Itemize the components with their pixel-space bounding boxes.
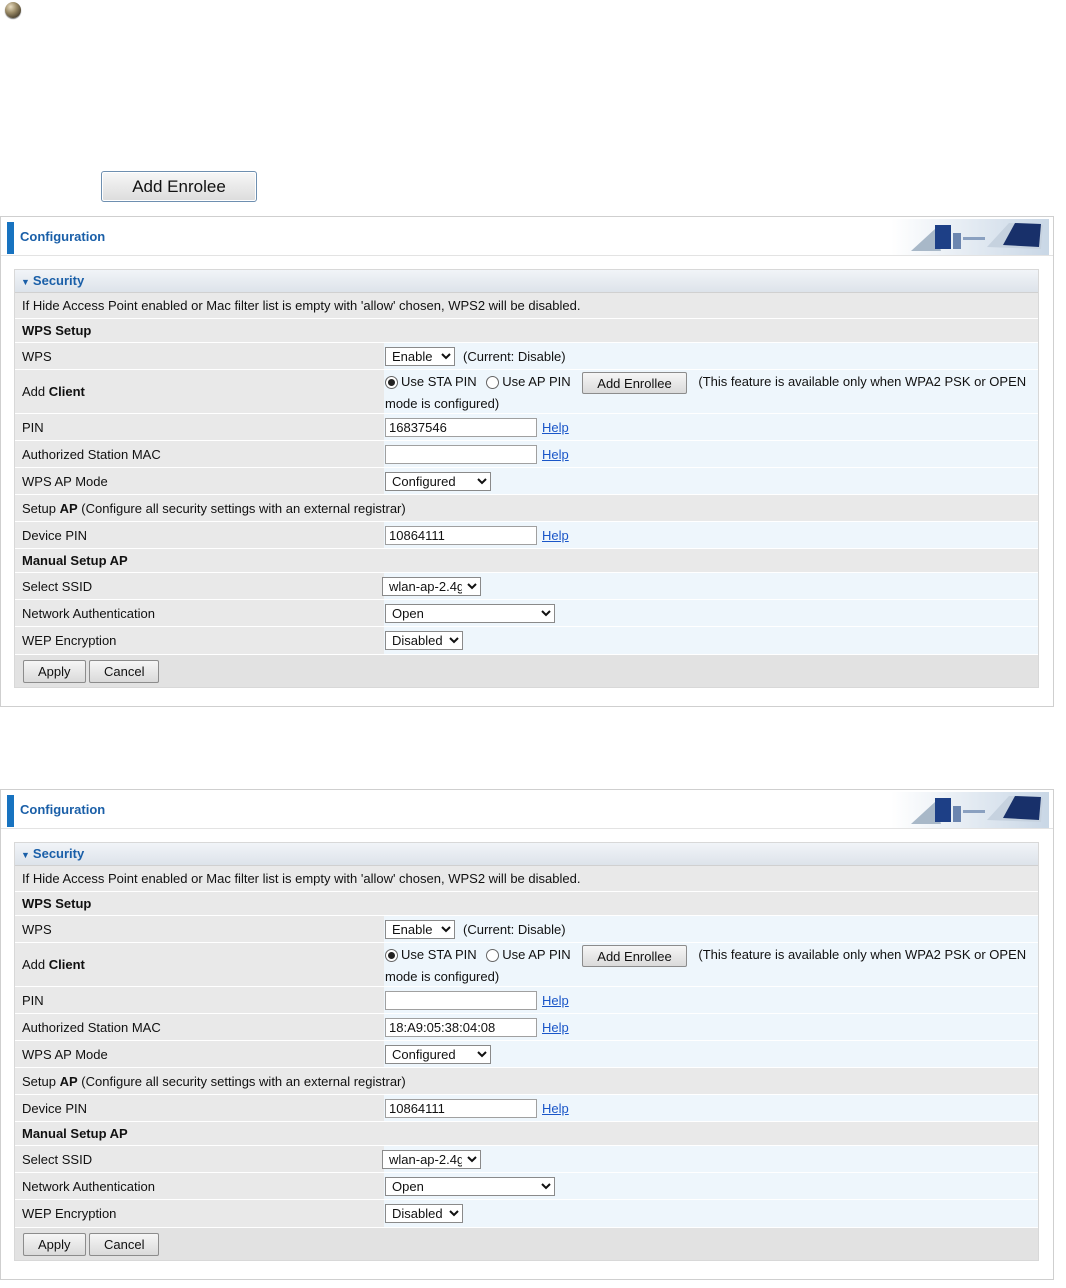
wps-row: WPS Enable (Current: Disable) <box>15 916 1038 943</box>
wps-current-status: (Current: Disable) <box>463 921 566 937</box>
client-note-continued: mode is configured) <box>385 969 500 984</box>
network-auth-row: Network Authentication Open <box>15 600 1038 627</box>
use-sta-pin-radio[interactable]: Use STA PIN <box>385 374 477 389</box>
computer-banner-icon <box>891 219 1049 255</box>
form-actions: Apply Cancel <box>15 1228 1038 1260</box>
panel-header: Configuration <box>1 217 1053 256</box>
manual-setup-heading: Manual Setup AP <box>15 549 1038 573</box>
select-ssid-row: Select SSID wlan-ap-2.4g <box>15 1146 1038 1173</box>
form-actions: Apply Cancel <box>15 655 1038 687</box>
network-auth-select[interactable]: Open <box>385 1176 555 1196</box>
panel-title: Configuration <box>20 802 106 817</box>
apply-button[interactable]: Apply <box>23 1233 86 1256</box>
wps2-notice-row: If Hide Access Point enabled or Mac filt… <box>15 293 1038 319</box>
authorized-mac-input[interactable] <box>385 444 537 464</box>
add-enrolee-button[interactable]: Add Enrolee <box>101 171 257 202</box>
client-note-continued: mode is configured) <box>385 396 500 411</box>
select-ssid-row: Select SSID wlan-ap-2.4g <box>15 573 1038 600</box>
network-auth-row: Network Authentication Open <box>15 1173 1038 1200</box>
use-ap-pin-radio[interactable]: Use AP PIN <box>486 374 571 389</box>
pin-input[interactable] <box>385 417 537 437</box>
wep-encryption-row: WEP Encryption Disabled <box>15 627 1038 655</box>
mac-help-link[interactable]: Help <box>542 447 569 462</box>
client-note: (This feature is available only when WPA… <box>698 947 1027 963</box>
device-pin-input[interactable] <box>385 1098 537 1118</box>
pin-help-link[interactable]: Help <box>542 993 569 1008</box>
add-enrollee-button[interactable]: Add Enrollee <box>582 372 687 394</box>
bullet-icon <box>5 2 21 18</box>
cancel-button[interactable]: Cancel <box>89 660 160 683</box>
wps-current-status: (Current: Disable) <box>463 348 566 364</box>
authorized-mac-row: Authorized Station MAC Help <box>15 441 1038 468</box>
add-client-row: Add Client Use STA PIN Use AP PIN Add En… <box>15 370 1038 414</box>
wps-select[interactable]: Enable <box>385 919 455 939</box>
add-client-label: Add Client <box>22 384 85 399</box>
mac-help-link[interactable]: Help <box>542 1020 569 1035</box>
client-note: (This feature is available only when WPA… <box>698 374 1027 390</box>
setup-ap-heading: Setup AP (Configure all security setting… <box>15 495 1038 522</box>
device-pin-input[interactable] <box>385 525 537 545</box>
manual-setup-heading: Manual Setup AP <box>15 1122 1038 1146</box>
wep-encryption-row: WEP Encryption Disabled <box>15 1200 1038 1228</box>
pin-row: PIN Help <box>15 414 1038 441</box>
wps-ap-mode-select[interactable]: Configured <box>385 471 491 491</box>
computer-banner-icon <box>891 792 1049 828</box>
wep-encryption-select[interactable]: Disabled <box>385 1204 463 1223</box>
configuration-panel-1: Configuration ▼ Security If Hide Access P… <box>0 216 1054 707</box>
use-ap-pin-radio[interactable]: Use AP PIN <box>486 947 571 962</box>
setup-ap-heading: Setup AP (Configure all security setting… <box>15 1068 1038 1095</box>
panel-header: Configuration <box>1 790 1053 829</box>
wps-ap-mode-row: WPS AP Mode Configured <box>15 1041 1038 1068</box>
wps-ap-mode-select[interactable]: Configured <box>385 1044 491 1064</box>
wps-ap-mode-row: WPS AP Mode Configured <box>15 468 1038 495</box>
add-client-row: Add Client Use STA PIN Use AP PIN Add En… <box>15 943 1038 987</box>
use-sta-pin-radio[interactable]: Use STA PIN <box>385 947 477 962</box>
panel-title: Configuration <box>20 229 106 244</box>
header-accent-bar <box>7 222 14 254</box>
ssid-select[interactable]: wlan-ap-2.4g <box>382 576 481 596</box>
wps-setup-heading: WPS Setup <box>15 319 1038 343</box>
add-client-label: Add Client <box>22 957 85 972</box>
authorized-mac-input[interactable] <box>385 1017 537 1037</box>
device-pin-help-link[interactable]: Help <box>542 1101 569 1116</box>
security-section: ▼ Security If Hide Access Point enabled o… <box>14 842 1039 1261</box>
add-enrollee-button[interactable]: Add Enrollee <box>582 945 687 967</box>
wps-row: WPS Enable (Current: Disable) <box>15 343 1038 370</box>
wep-encryption-select[interactable]: Disabled <box>385 631 463 650</box>
security-section: ▼ Security If Hide Access Point enabled o… <box>14 269 1039 688</box>
wps2-notice-row: If Hide Access Point enabled or Mac filt… <box>15 866 1038 892</box>
device-pin-help-link[interactable]: Help <box>542 528 569 543</box>
wps-setup-heading: WPS Setup <box>15 892 1038 916</box>
wps-select[interactable]: Enable <box>385 346 455 366</box>
device-pin-row: Device PIN Help <box>15 1095 1038 1122</box>
authorized-mac-row: Authorized Station MAC Help <box>15 1014 1038 1041</box>
security-section-title[interactable]: ▼ Security <box>15 270 1038 293</box>
cancel-button[interactable]: Cancel <box>89 1233 160 1256</box>
configuration-panel-2: Configuration ▼ Security If Hide Access P… <box>0 789 1054 1280</box>
header-accent-bar <box>7 795 14 827</box>
device-pin-row: Device PIN Help <box>15 522 1038 549</box>
apply-button[interactable]: Apply <box>23 660 86 683</box>
pin-row: PIN Help <box>15 987 1038 1014</box>
network-auth-select[interactable]: Open <box>385 603 555 623</box>
security-section-title[interactable]: ▼ Security <box>15 843 1038 866</box>
pin-input[interactable] <box>385 990 537 1010</box>
ssid-select[interactable]: wlan-ap-2.4g <box>382 1149 481 1169</box>
pin-help-link[interactable]: Help <box>542 420 569 435</box>
